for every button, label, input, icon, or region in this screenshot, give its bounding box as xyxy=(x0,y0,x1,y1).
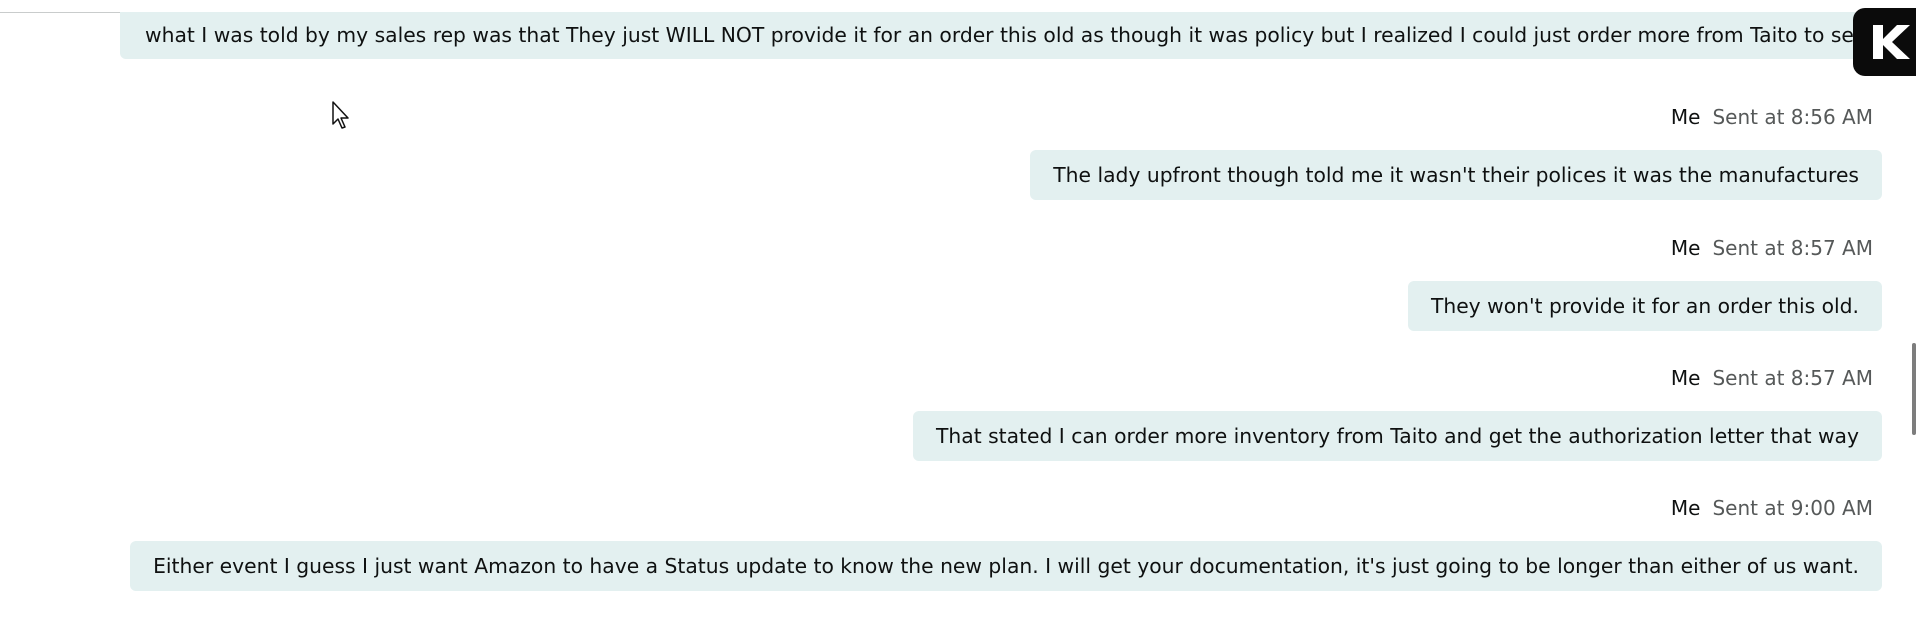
message-group: Me Sent at 8:57 AM They won't provide it … xyxy=(1407,233,1882,331)
message-text: what I was told by my sales rep was that… xyxy=(145,23,1880,47)
message-timestamp: Sent at 8:57 AM xyxy=(1712,366,1873,390)
message-group: Me Sent at 8:56 AM The lady upfront thoug… xyxy=(1030,102,1882,200)
message-meta: Me Sent at 8:56 AM xyxy=(1030,102,1873,132)
message-timestamp: Sent at 9:00 AM xyxy=(1712,496,1873,520)
scrollbar-thumb[interactable] xyxy=(1912,343,1916,435)
message-bubble: Either event I guess I just want Amazon … xyxy=(130,541,1882,591)
message-meta: Me Sent at 8:57 AM xyxy=(1408,233,1873,263)
message-timestamp: Sent at 8:56 AM xyxy=(1712,105,1873,129)
message-sender: Me xyxy=(1670,236,1701,260)
message-timestamp: Sent at 8:57 AM xyxy=(1712,236,1873,260)
message-text: The lady upfront though told me it wasn'… xyxy=(1053,163,1859,187)
message-bubble: The lady upfront though told me it wasn'… xyxy=(1030,150,1882,200)
message-text: They won't provide it for an order this … xyxy=(1430,294,1859,318)
message-sender: Me xyxy=(1670,496,1701,520)
message-sender: Me xyxy=(1670,105,1701,129)
k-logo-icon[interactable] xyxy=(1853,8,1916,76)
message-group: Me Sent at 8:57 AM That stated I can orde… xyxy=(913,363,1882,461)
message-bubble: That stated I can order more inventory f… xyxy=(913,411,1882,461)
message-bubble: what I was told by my sales rep was that… xyxy=(120,12,1880,59)
mouse-pointer-icon xyxy=(331,100,353,134)
message-sender: Me xyxy=(1670,366,1701,390)
scrollbar[interactable] xyxy=(1912,12,1916,625)
message-bubble: They won't provide it for an order this … xyxy=(1407,281,1882,331)
message-text: That stated I can order more inventory f… xyxy=(936,424,1859,448)
message-group: Me Sent at 9:00 AM Either event I guess I… xyxy=(130,493,1882,591)
message-text: Either event I guess I just want Amazon … xyxy=(153,554,1859,578)
message-meta: Me Sent at 8:57 AM xyxy=(913,363,1873,393)
message-meta: Me Sent at 9:00 AM xyxy=(130,493,1873,523)
